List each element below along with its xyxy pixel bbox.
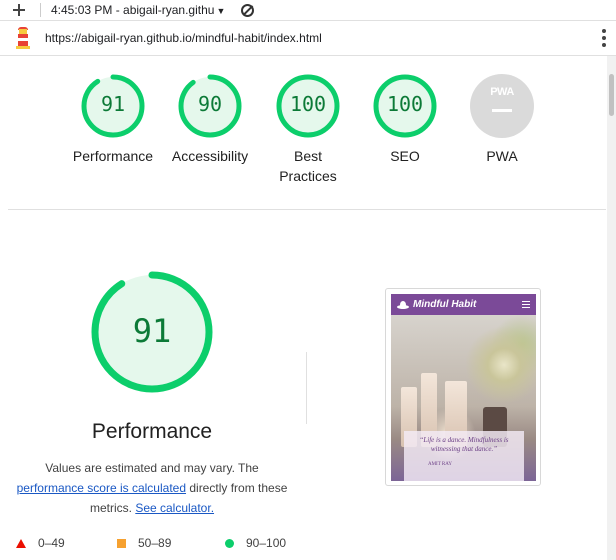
legend-range: 0–49 — [38, 536, 65, 550]
hero-quote: “Life is a dance. Mindfulness is witness… — [404, 431, 524, 481]
gauge-label: Performance — [72, 148, 154, 164]
report-selector[interactable]: 4:45:03 PM - abigail-ryan.githu ▼ — [51, 3, 225, 17]
performance-score: 91 — [132, 312, 172, 350]
see-calculator-link[interactable]: See calculator. — [135, 501, 214, 515]
caret-down-icon: ▼ — [216, 6, 226, 16]
new-report-icon[interactable] — [10, 1, 28, 19]
site-brand: Mindful Habit — [413, 299, 477, 310]
square-icon — [117, 538, 126, 548]
quote-author: AMIT RAY — [428, 462, 453, 467]
legend-pass: 90–100 — [225, 536, 286, 550]
report-title: 4:45:03 PM - abigail-ryan.githu — [51, 3, 215, 17]
quote-text: “Life is a dance. Mindfulness is witness… — [419, 436, 509, 453]
clear-icon[interactable] — [241, 3, 255, 17]
score-calculated-link[interactable]: performance score is calculated — [17, 481, 186, 495]
gauge-score: 100 — [289, 92, 327, 116]
gauge-label: Accessibility — [171, 148, 249, 164]
gauge-accessibility[interactable]: 90 Accessibility — [155, 74, 265, 166]
screenshot-frame: “Life is a dance. Mindfulness is witness… — [391, 294, 536, 481]
gauge-label: PWA — [486, 148, 518, 164]
gauge-score: 90 — [197, 92, 223, 116]
hero-image: “Life is a dance. Mindfulness is witness… — [391, 315, 536, 481]
legend-range: 50–89 — [138, 536, 172, 550]
gauge-label: Best Practices — [279, 148, 337, 184]
category-gauges: 91 Performance 90 Accessibility 100 Best… — [0, 56, 606, 208]
toolbar-separator — [40, 3, 41, 17]
legend-fail: 0–49 — [16, 536, 65, 550]
performance-title: Performance — [91, 420, 213, 443]
site-navbar: Mindful Habit — [391, 294, 536, 315]
scrollbar-thumb[interactable] — [609, 74, 614, 116]
final-screenshot[interactable]: “Life is a dance. Mindfulness is witness… — [385, 288, 541, 486]
gauge-performance[interactable]: 91 Performance — [58, 74, 168, 166]
circle-icon — [225, 538, 234, 548]
section-divider — [8, 209, 606, 210]
legend-range: 90–100 — [246, 536, 287, 550]
score-legend: 0–49 50–89 90–100 — [0, 534, 606, 554]
pwa-badge-icon — [470, 74, 534, 138]
gauge-score: 91 — [100, 92, 126, 116]
gauge-label: SEO — [390, 148, 420, 164]
performance-description: Values are estimated and may vary. The p… — [10, 458, 294, 518]
triangle-icon — [16, 538, 26, 548]
vertical-divider — [306, 352, 307, 424]
more-options-icon[interactable] — [602, 29, 606, 47]
gauge-seo[interactable]: 100 SEO — [350, 74, 460, 166]
page-url[interactable]: https://abigail-ryan.github.io/mindful-h… — [45, 31, 602, 45]
lighthouse-logo-icon — [15, 27, 31, 49]
legend-average: 50–89 — [117, 536, 171, 550]
pwa-dash-icon — [492, 109, 512, 112]
browser-toolbar: 4:45:03 PM - abigail-ryan.githu ▼ — [0, 0, 616, 21]
hamburger-menu-icon — [522, 301, 530, 308]
scrollbar-track[interactable] — [607, 56, 616, 560]
description-text: Values are estimated and may vary. The — [45, 461, 259, 475]
pwa-badge-text: PWA — [490, 86, 514, 98]
gauge-best-practices[interactable]: 100 Best Practices — [253, 74, 363, 186]
lotus-logo-icon — [397, 300, 409, 309]
gauge-pwa[interactable]: PWA PWA — [447, 74, 557, 166]
gauge-score: 100 — [386, 92, 424, 116]
url-bar: https://abigail-ryan.github.io/mindful-h… — [0, 21, 616, 56]
